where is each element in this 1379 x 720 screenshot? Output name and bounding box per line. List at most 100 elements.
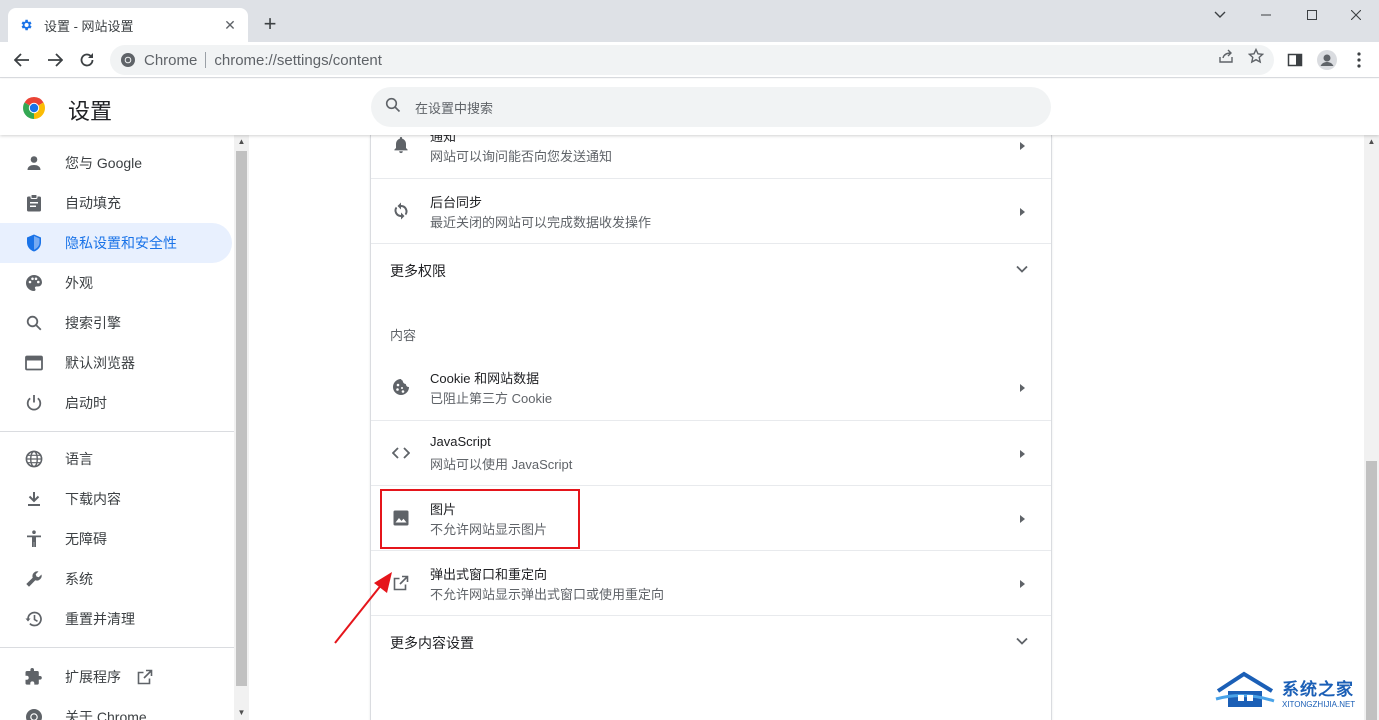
chevron-down-icon [1015, 262, 1029, 276]
sidebar-item-appearance[interactable]: 外观 [0, 263, 232, 303]
row-title: 通知 [430, 135, 457, 144]
site-settings-card: 通知 网站可以询问能否向您发送通知 后台同步 最近关闭的网站可以完成数据收发操作… [370, 135, 1052, 720]
sidebar-item-you-and-google[interactable]: 您与 Google [0, 143, 232, 183]
chevron-right-icon [1017, 512, 1027, 524]
row-title: 后台同步 [430, 195, 483, 210]
chevron-right-icon [1017, 139, 1027, 151]
row-subtitle: 已阻止第三方 Cookie [430, 391, 553, 406]
row-subtitle: 最近关闭的网站可以完成数据收发操作 [430, 215, 652, 230]
bookmark-star-icon[interactable] [1247, 47, 1265, 69]
chevron-down-icon [1015, 634, 1029, 648]
sidebar-divider [0, 431, 234, 432]
settings-row-javascript[interactable]: JavaScript 网站可以使用 JavaScript [371, 420, 1051, 485]
chevron-down-icon[interactable] [1197, 0, 1243, 30]
sidebar-item-label: 系统 [65, 571, 93, 587]
scroll-down-arrow-icon[interactable]: ▼ [234, 706, 249, 720]
forward-arrow-icon[interactable] [43, 48, 67, 72]
palette-icon [24, 273, 44, 293]
red-highlight-box [380, 489, 580, 549]
sidebar-item-languages[interactable]: 语言 [0, 439, 232, 479]
sidebar-item-privacy-security[interactable]: 隐私设置和安全性 [0, 223, 232, 263]
sidebar-item-label: 语言 [65, 451, 93, 467]
row-title: 弹出式窗口和重定向 [430, 567, 548, 582]
back-arrow-icon[interactable] [10, 48, 34, 72]
chevron-right-icon [1017, 205, 1027, 217]
accessibility-icon [24, 529, 44, 549]
watermark-cn: 系统之家 [1282, 680, 1354, 699]
sidebar-item-label: 关于 Chrome [65, 709, 147, 720]
sidebar-scrollbar[interactable]: ▲ ▼ [234, 135, 249, 720]
sidebar-item-label: 启动时 [65, 395, 107, 411]
sidebar-item-system[interactable]: 系统 [0, 559, 232, 599]
close-tab-icon[interactable]: ✕ [222, 17, 238, 33]
settings-row-popups-redirects[interactable]: 弹出式窗口和重定向 不允许网站显示弹出式窗口或使用重定向 [371, 550, 1051, 615]
more-permissions-label: 更多权限 [390, 263, 446, 279]
row-subtitle: 网站可以使用 JavaScript [430, 457, 573, 472]
sidebar-item-label: 扩展程序 [65, 669, 121, 685]
sidebar-item-on-startup[interactable]: 启动时 [0, 383, 232, 423]
tab-settings[interactable]: 设置 - 网站设置 ✕ [8, 8, 248, 42]
shield-icon [24, 233, 44, 253]
close-window-button[interactable] [1333, 0, 1379, 30]
sidebar-item-label: 自动填充 [65, 195, 121, 211]
minimize-button[interactable] [1243, 0, 1289, 30]
more-permissions-expander[interactable]: 更多权限 [371, 243, 1051, 293]
address-bar[interactable]: Chrome chrome://settings/content [110, 45, 1274, 75]
kebab-menu-icon[interactable] [1347, 48, 1371, 72]
settings-header: 设置 在设置中搜索 [0, 79, 1379, 135]
tab-strip: 设置 - 网站设置 ✕ + [0, 0, 1379, 42]
globe-icon [24, 449, 44, 469]
reload-icon[interactable] [75, 48, 99, 72]
sidebar-item-label: 隐私设置和安全性 [65, 235, 177, 251]
sidebar-item-default-browser[interactable]: 默认浏览器 [0, 343, 232, 383]
sidebar-item-label: 无障碍 [65, 531, 107, 547]
profile-avatar-icon[interactable] [1315, 48, 1339, 72]
browser-icon [24, 353, 44, 373]
sidebar-item-label: 外观 [65, 275, 93, 291]
settings-row-notifications[interactable]: 通知 网站可以询问能否向您发送通知 [371, 135, 1051, 178]
puzzle-icon [24, 667, 44, 687]
sidebar-item-reset-cleanup[interactable]: 重置并清理 [0, 599, 232, 639]
cookie-icon [391, 377, 411, 397]
scroll-up-arrow-icon[interactable]: ▲ [234, 135, 249, 149]
sidebar-item-accessibility[interactable]: 无障碍 [0, 519, 232, 559]
settings-search-input[interactable]: 在设置中搜索 [371, 87, 1051, 127]
site-info-chip[interactable]: Chrome [120, 52, 197, 69]
clipboard-icon [24, 193, 44, 213]
wrench-icon [24, 569, 44, 589]
chevron-right-icon [1017, 447, 1027, 459]
sidebar-item-label: 下载内容 [65, 491, 121, 507]
person-icon [24, 153, 44, 173]
section-heading-content: 内容 [390, 328, 417, 343]
sidebar-item-about-chrome[interactable]: 关于 Chrome [0, 697, 232, 720]
sidebar-item-extensions[interactable]: 扩展程序 [0, 657, 232, 697]
sidebar-scrollbar-thumb[interactable] [236, 151, 247, 686]
sidebar-item-autofill[interactable]: 自动填充 [0, 183, 232, 223]
settings-row-cookies[interactable]: Cookie 和网站数据 已阻止第三方 Cookie [371, 355, 1051, 420]
chevron-right-icon [1017, 577, 1027, 589]
row-subtitle: 不允许网站显示弹出式窗口或使用重定向 [430, 587, 665, 602]
sidebar-item-search-engine[interactable]: 搜索引擎 [0, 303, 232, 343]
power-icon [24, 393, 44, 413]
watermark-en: XITONGZHIJIA.NET [1282, 700, 1356, 709]
download-icon [24, 489, 44, 509]
sidebar-item-downloads[interactable]: 下载内容 [0, 479, 232, 519]
share-icon[interactable] [1218, 48, 1234, 69]
new-tab-button[interactable]: + [258, 13, 282, 37]
code-icon [391, 443, 411, 463]
main-scrollbar[interactable]: ▲ [1364, 135, 1379, 720]
browser-toolbar: Chrome chrome://settings/content [0, 42, 1379, 78]
side-panel-icon[interactable] [1283, 48, 1307, 72]
bell-icon [391, 135, 411, 155]
search-placeholder: 在设置中搜索 [415, 100, 494, 116]
sidebar-item-label: 重置并清理 [65, 611, 135, 627]
row-subtitle: 网站可以询问能否向您发送通知 [430, 149, 613, 164]
more-content-settings-expander[interactable]: 更多内容设置 [371, 615, 1051, 665]
url-text[interactable]: chrome://settings/content [214, 52, 382, 69]
more-content-settings-label: 更多内容设置 [390, 635, 474, 651]
maximize-button[interactable] [1289, 0, 1335, 30]
row-title: JavaScript [430, 434, 491, 449]
sidebar-divider [0, 647, 234, 648]
settings-row-background-sync[interactable]: 后台同步 最近关闭的网站可以完成数据收发操作 [371, 178, 1051, 243]
scroll-up-arrow-icon[interactable]: ▲ [1364, 135, 1379, 149]
